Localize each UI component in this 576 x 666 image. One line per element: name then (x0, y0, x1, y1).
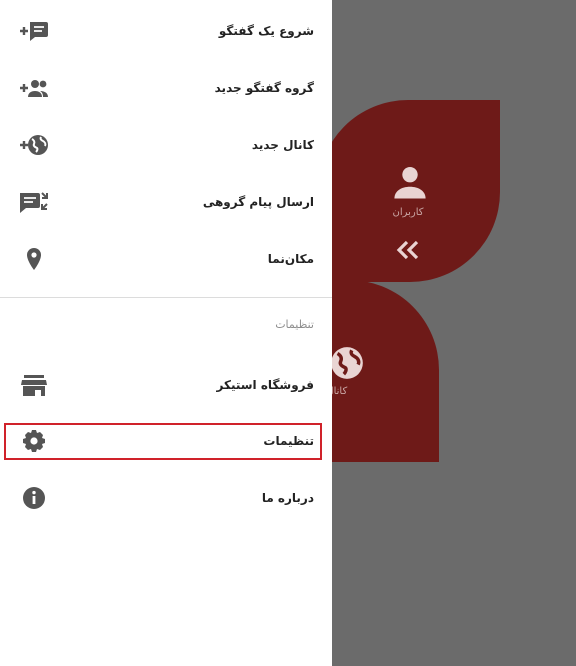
add-group-icon (20, 80, 48, 97)
menu-item-broadcast[interactable]: ارسال پیام گروهی (0, 173, 332, 231)
menu-item-label: کانال جدید (251, 138, 314, 152)
menu-item-new-channel[interactable]: کانال جدید (0, 116, 332, 174)
menu-item-about[interactable]: درباره ما (0, 469, 332, 527)
navigation-drawer: شروع یک گفتگو گروه گفتگو جدید کانال جدید… (0, 0, 332, 666)
section-title-settings: تنظیمات (275, 318, 314, 331)
menu-item-label: گروه گفتگو جدید (214, 81, 314, 95)
users-card-label: کاربران (392, 207, 424, 218)
menu-item-label: مکان‌نما (267, 252, 314, 266)
globe-icon (331, 347, 363, 379)
store-icon (21, 375, 47, 396)
menu-item-label: ارسال پیام گروهی (202, 195, 314, 209)
settings-highlight-box (4, 423, 322, 460)
menu-item-start-conversation[interactable]: شروع یک گفتگو (0, 2, 332, 60)
user-icon (394, 166, 426, 199)
menu-divider (0, 297, 332, 298)
menu-item-label: فروشگاه استیکر (216, 378, 314, 392)
menu-item-label: شروع یک گفتگو (218, 24, 314, 38)
menu-item-label: درباره ما (261, 491, 314, 505)
menu-item-sticker-store[interactable]: فروشگاه استیکر (0, 356, 332, 414)
add-globe-icon (20, 135, 48, 155)
double-chevron-left-icon[interactable] (393, 238, 423, 262)
add-chat-icon (20, 22, 48, 41)
broadcast-message-icon (20, 192, 48, 213)
location-pin-icon (27, 248, 41, 270)
menu-item-location[interactable]: مکان‌نما (0, 230, 332, 288)
info-icon (23, 487, 45, 509)
menu-item-new-group[interactable]: گروه گفتگو جدید (0, 59, 332, 117)
